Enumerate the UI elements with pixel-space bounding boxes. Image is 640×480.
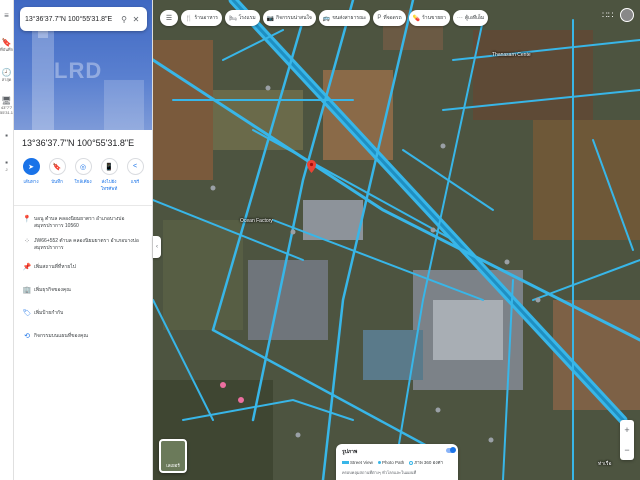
street-view-card-heading: รูปภาพ (342, 449, 358, 455)
zoom-out-button[interactable]: − (624, 445, 629, 455)
menu-icon: ≡ (4, 10, 9, 20)
satellite-map (153, 0, 640, 480)
save-button[interactable]: 🔖 บันทึก (45, 158, 69, 205)
camera-icon: 📷 (266, 15, 275, 22)
rail-item-thumb-2[interactable]: ▪ J (0, 150, 13, 180)
pharmacy-icon: 💊 (412, 15, 421, 22)
plus-code-icon: ⁘ (24, 238, 30, 245)
rail-item-recent-place[interactable]: 🖥 43°7'7 55'31.1 (0, 90, 13, 120)
share-button[interactable]: < แชร์ (123, 158, 147, 205)
thumbnail-icon: ▪ (5, 130, 8, 140)
add-place-icon: 📌 (22, 264, 32, 271)
chip-transit[interactable]: 🚌 ขนส่งสาธารณะ (318, 10, 371, 26)
address-row[interactable]: 📍 บอนู ตำบล คลองนิยมยาตรา อำเภอบางบ่อ สมุ… (14, 212, 152, 234)
action-row: ➤ เส้นทาง 🔖 บันทึก ◎ ใกล้เคียง 📱 ส่งไปยังโทร… (14, 152, 152, 206)
search-input[interactable]: 13°36'37.7"N 100°55'31.8"E (25, 16, 118, 23)
add-label-row[interactable]: 🏷 เพิ่มป้ายกำกับ (14, 302, 152, 325)
street-view-card-footer: ครอบคลุมสถานที่ต่างๆ ทั่วโลกและในแผนที่ (342, 470, 417, 475)
chip-attractions[interactable]: 📷 กิจกรรมน่าสนใจ (262, 10, 316, 26)
map-canvas[interactable] (153, 0, 640, 480)
add-business-row[interactable]: 🏢 เพิ่มธุรกิจของคุณ (14, 279, 152, 302)
more-icon: ··· (456, 15, 463, 21)
place-photo[interactable]: LRD 13°36'37.7"N 100°55'31.8"E ⚲ ✕ (14, 0, 152, 130)
menu-icon: ☰ (165, 15, 173, 22)
info-list: 📍 บอนู ตำบล คลองนิยมยาตรา อำเภอบางบ่อ สมุ… (14, 206, 152, 348)
nearby-button[interactable]: ◎ ใกล้เคียง (71, 158, 95, 205)
plus-code-row[interactable]: ⁘ JW66+552 ตำบล คลองนิยมยาตรา อำเภอบางบ่อ… (14, 234, 152, 256)
street-view-card: รูปภาพ Street View Photo Path ภาพ 360 อง… (336, 444, 458, 480)
directions-icon: ➤ (22, 158, 40, 175)
photo-watermark: LRD (54, 58, 103, 83)
bookmark-icon: 🔖 (48, 158, 66, 175)
category-chips: ☰ 🍴 ร้านอาหาร 🛏 โรงแรม 📷 กิจกรรมน่าสนใจ 🚌 ขน… (160, 10, 489, 26)
share-icon: < (126, 158, 144, 175)
directions-button[interactable]: ➤ เส้นทาง (19, 158, 43, 205)
history-icon: 🕘 (1, 68, 12, 77)
rail-item-menu[interactable]: ≡ (0, 0, 13, 30)
rail-item-saved[interactable]: 🔖 ที่บันทึก (0, 30, 13, 60)
chip-restaurants[interactable]: 🍴 ร้านอาหาร (181, 10, 222, 26)
label-icon: 🏷 (22, 310, 32, 317)
street-view-legend: Street View Photo Path ภาพ 360 องศา (342, 459, 452, 466)
layers-button[interactable]: เลเยอร์ (159, 439, 187, 473)
restaurant-icon: 🍴 (185, 15, 193, 22)
map-label-ocean[interactable]: Ocean Factory (240, 218, 273, 224)
rail-item-thumb[interactable]: ▪ (0, 120, 13, 150)
chevron-left-icon: ‹ (156, 244, 158, 250)
left-rail: ≡ 🔖 ที่บันทึก 🕘 ล่าสุด 🖥 43°7'7 55'31.1 ▪ ▪… (0, 0, 14, 480)
business-icon: 🏢 (22, 287, 32, 294)
photo-building (104, 80, 144, 130)
parking-icon: P (377, 15, 382, 21)
close-icon[interactable]: ✕ (130, 15, 142, 24)
chip-pharmacy[interactable]: 💊 ร้านขายยา (408, 10, 450, 26)
zoom-controls: + − (620, 420, 634, 460)
chip-parking[interactable]: P ที่จอดรถ (373, 10, 406, 26)
monitor-icon: 🖥 (1, 95, 12, 105)
apps-grid-icon[interactable]: ∷∷ (602, 10, 613, 21)
activity-icon: ⟲ (24, 333, 30, 340)
collapse-panel-button[interactable]: ‹ (153, 236, 161, 258)
place-title: 13°36'37.7"N 100°55'31.8"E (22, 138, 135, 148)
location-pin-icon: 📍 (22, 216, 32, 223)
chip-hotels[interactable]: 🛏 โรงแรม (225, 10, 260, 26)
map-label-thanasarn[interactable]: Thanasarn Cente (492, 52, 531, 58)
rail-item-recent[interactable]: 🕘 ล่าสุด (0, 60, 13, 90)
maps-activity-row[interactable]: ⟲ กิจกรรมบนแผนที่ของคุณ (14, 325, 152, 348)
chip-atm[interactable]: ··· ตู้เอทีเอ็ม (452, 10, 489, 26)
street-view-toggle[interactable] (446, 447, 456, 453)
add-missing-place-row[interactable]: 📌 เพิ่มสถานที่ที่หายไป (14, 256, 152, 279)
phone-icon: 📱 (100, 158, 118, 175)
legend-street-view: Street View (342, 460, 373, 465)
nearby-icon: ◎ (74, 158, 92, 175)
bus-icon: 🚌 (322, 15, 331, 22)
maps-app: ≡ 🔖 ที่บันทึก 🕘 ล่าสุด 🖥 43°7'7 55'31.1 ▪ ▪… (0, 0, 640, 480)
photo-tower (32, 30, 54, 130)
location-pin-icon[interactable] (307, 160, 316, 173)
thumbnail-icon: ▪ (5, 158, 8, 167)
legend-360: ภาพ 360 องศา (409, 459, 443, 466)
zoom-in-button[interactable]: + (624, 425, 629, 435)
search-icon[interactable]: ⚲ (118, 15, 130, 24)
map-label-pier[interactable]: ท่าเรือ (598, 460, 612, 468)
layers-menu-button[interactable]: ☰ (160, 10, 178, 26)
hotel-icon: 🛏 (229, 15, 237, 22)
bookmark-icon: 🔖 (1, 38, 12, 47)
legend-photo-path: Photo Path (377, 460, 404, 465)
avatar[interactable] (620, 8, 634, 22)
send-to-phone-button[interactable]: 📱 ส่งไปยังโทรศัพท์ (97, 158, 121, 205)
search-box[interactable]: 13°36'37.7"N 100°55'31.8"E ⚲ ✕ (20, 7, 147, 31)
place-panel: LRD 13°36'37.7"N 100°55'31.8"E ⚲ ✕ 13°36… (14, 0, 153, 480)
layers-label: เลเยอร์ (166, 463, 180, 468)
